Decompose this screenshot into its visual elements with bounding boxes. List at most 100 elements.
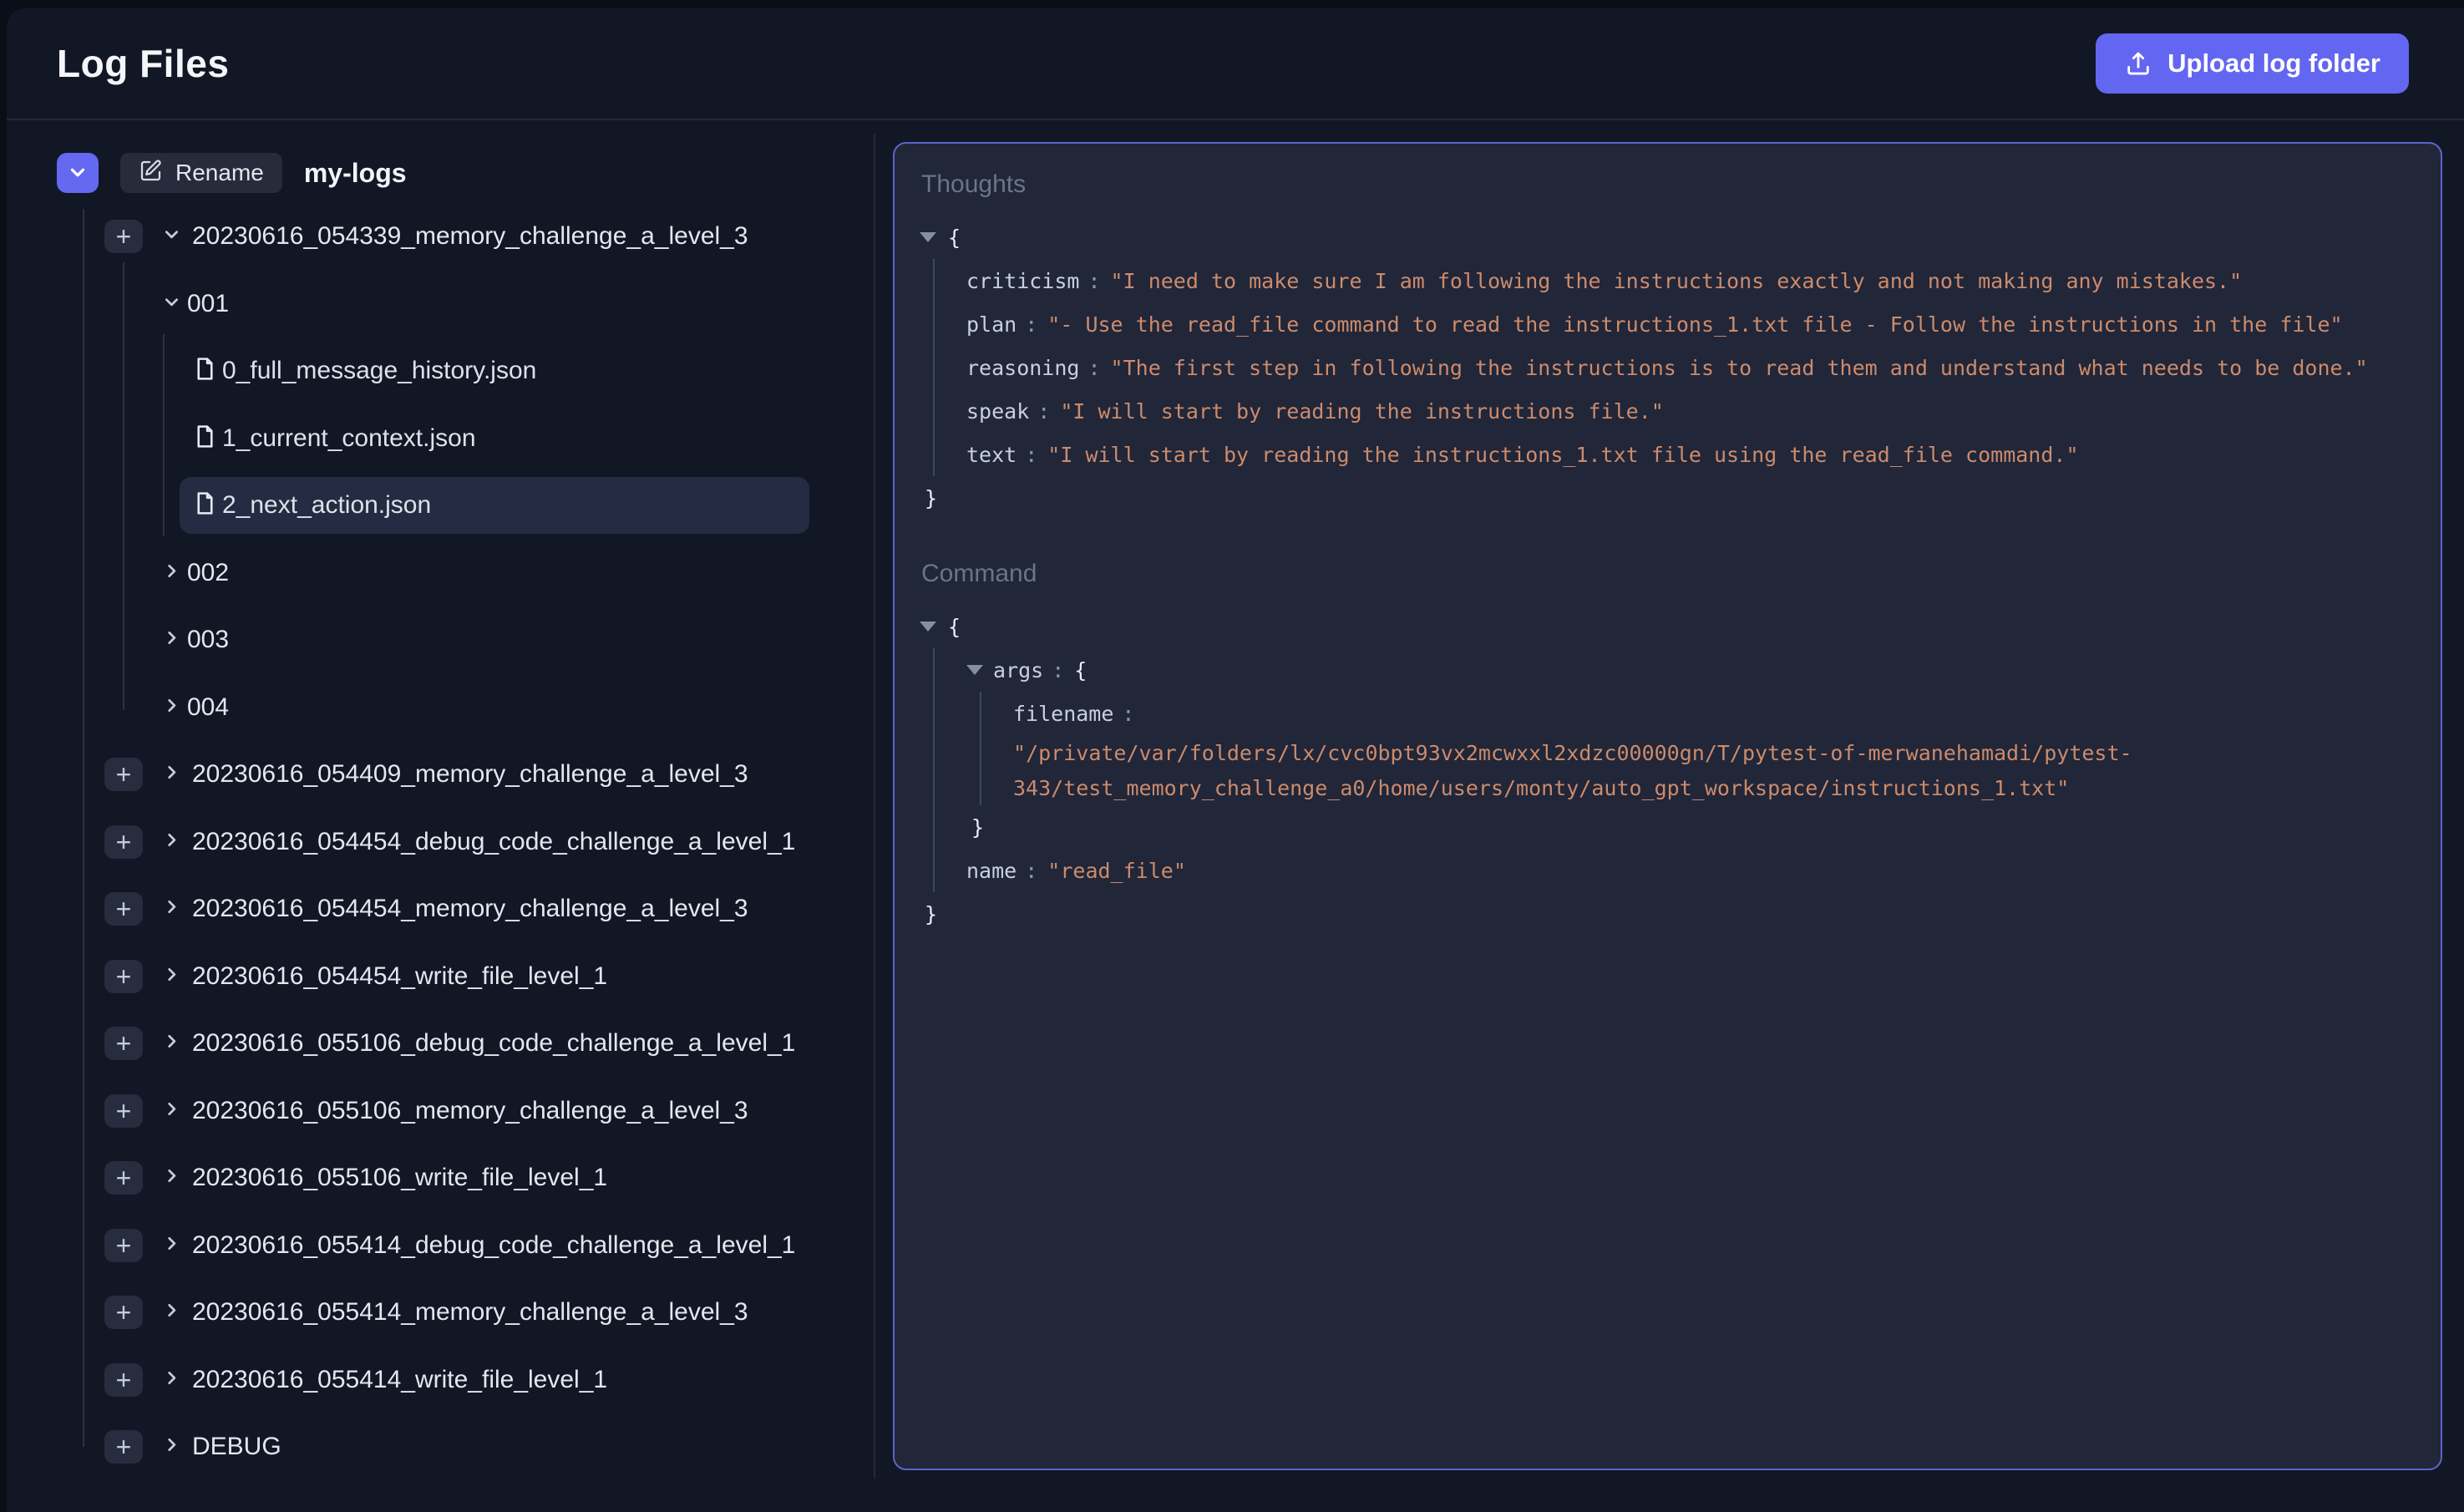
- chevron-right-icon[interactable]: [160, 694, 183, 721]
- page-title: Log Files: [57, 41, 229, 86]
- chevron-right-icon[interactable]: [160, 761, 183, 788]
- chevron-right-icon[interactable]: [160, 627, 183, 653]
- json-colon: :: [1088, 269, 1100, 293]
- tree-item-label: 1_current_context.json: [222, 424, 476, 453]
- add-button[interactable]: +: [104, 1363, 143, 1397]
- thoughts-entries: criticism:I need to make sure I am follo…: [933, 259, 2416, 476]
- thoughts-section-title: Thoughts: [921, 170, 2416, 199]
- upload-log-folder-button[interactable]: Upload log folder: [2096, 33, 2409, 94]
- chevron-right-icon[interactable]: [160, 963, 183, 990]
- json-open-brace: {: [948, 226, 961, 250]
- tree-folder-row[interactable]: 003: [7, 606, 867, 673]
- tree-item-label: 002: [187, 559, 229, 587]
- tree-file-row[interactable]: 1_current_context.json: [7, 405, 867, 472]
- json-entry-row: criticism:I need to make sure I am follo…: [966, 259, 2416, 302]
- json-value: 343/test_memory_challenge_a0/home/users/…: [1013, 776, 2069, 800]
- chevron-right-icon[interactable]: [160, 1164, 183, 1191]
- json-colon: :: [1122, 702, 1134, 726]
- file-tree: +20230616_054339_memory_challenge_a_leve…: [7, 122, 874, 1512]
- json-key: name: [966, 859, 1017, 883]
- collapse-triangle-icon[interactable]: [920, 232, 936, 242]
- json-value: The first step in following the instruct…: [1111, 356, 2368, 380]
- tree-folder-row[interactable]: +20230616_055106_memory_challenge_a_leve…: [7, 1078, 867, 1144]
- command-section-title: Command: [921, 560, 2416, 588]
- add-button[interactable]: +: [104, 1229, 143, 1262]
- tree-folder-row[interactable]: 001: [7, 271, 867, 337]
- tree-folder-row[interactable]: +20230616_054454_memory_challenge_a_leve…: [7, 875, 867, 942]
- chevron-right-icon[interactable]: [160, 1098, 183, 1124]
- add-button[interactable]: +: [104, 892, 143, 926]
- json-entry-row: text:I will start by reading the instruc…: [966, 433, 2416, 476]
- add-button[interactable]: +: [104, 1161, 143, 1195]
- tree-folder-row[interactable]: 004: [7, 674, 867, 741]
- command-json-viewer: { args : { filename : /private/var/folde…: [920, 605, 2416, 936]
- tree-item-label: 0_full_message_history.json: [222, 357, 536, 385]
- tree-folder-row[interactable]: +20230616_055106_write_file_level_1: [7, 1144, 867, 1211]
- chevron-down-icon[interactable]: [160, 223, 183, 250]
- json-colon: :: [1088, 356, 1100, 380]
- add-button[interactable]: +: [104, 1296, 143, 1329]
- file-icon: [192, 424, 218, 454]
- add-button[interactable]: +: [104, 1027, 143, 1060]
- json-value: - Use the read_file command to read the …: [1047, 312, 2342, 337]
- tree-item-label: 20230616_054409_memory_challenge_a_level…: [192, 760, 748, 789]
- add-button[interactable]: +: [104, 220, 143, 253]
- json-open-brace: {: [948, 615, 961, 639]
- add-button[interactable]: +: [104, 825, 143, 859]
- tree-folder-row[interactable]: +20230616_055106_debug_code_challenge_a_…: [7, 1010, 867, 1077]
- args-close-row: }: [966, 805, 2416, 849]
- filename-key-row: filename :: [1013, 692, 2416, 735]
- json-colon: :: [1025, 859, 1037, 883]
- tree-folder-row[interactable]: +20230616_054339_memory_challenge_a_leve…: [7, 203, 867, 270]
- json-value: read_file: [1047, 859, 1186, 883]
- chevron-right-icon[interactable]: [160, 1433, 183, 1460]
- tree-folder-row[interactable]: 002: [7, 540, 867, 606]
- tree-file-row[interactable]: 2_next_action.json: [7, 472, 867, 539]
- tree-folder-row[interactable]: +20230616_054454_debug_code_challenge_a_…: [7, 809, 867, 875]
- upload-button-label: Upload log folder: [2167, 48, 2380, 79]
- filename-value-line: 343/test_memory_challenge_a0/home/users/…: [1013, 770, 2416, 805]
- tree-folder-row[interactable]: +20230616_054454_write_file_level_1: [7, 943, 867, 1010]
- tree-folder-row[interactable]: +DEBUG: [7, 1413, 867, 1480]
- collapse-triangle-icon[interactable]: [966, 665, 983, 675]
- tree-item-label: 20230616_055414_memory_challenge_a_level…: [192, 1298, 748, 1327]
- json-value: I will start by reading the instructions…: [1060, 399, 1663, 424]
- collapse-triangle-icon[interactable]: [920, 622, 936, 632]
- file-icon: [192, 356, 218, 386]
- chevron-down-icon[interactable]: [160, 291, 183, 317]
- command-root-children: args : { filename : /private/var/folders…: [933, 648, 2416, 892]
- tree-folder-row[interactable]: +20230616_055414_write_file_level_1: [7, 1347, 867, 1413]
- tree-folder-row[interactable]: +20230616_055414_memory_challenge_a_leve…: [7, 1279, 867, 1346]
- name-row: name : read_file: [966, 849, 2416, 892]
- chevron-right-icon[interactable]: [160, 1367, 183, 1393]
- tree-item-label: 20230616_055106_memory_challenge_a_level…: [192, 1097, 748, 1125]
- app-window: Log Files Upload log folder: [7, 8, 2464, 1512]
- chevron-right-icon[interactable]: [160, 1299, 183, 1326]
- add-button[interactable]: +: [104, 960, 143, 993]
- json-key: filename: [1013, 702, 1113, 726]
- chevron-right-icon[interactable]: [160, 1030, 183, 1057]
- add-button[interactable]: +: [104, 1430, 143, 1464]
- json-colon: :: [1037, 399, 1050, 424]
- tree-item-label: 20230616_055106_debug_code_challenge_a_l…: [192, 1029, 795, 1058]
- tree-item-label: 20230616_055414_debug_code_challenge_a_l…: [192, 1231, 795, 1260]
- json-key: reasoning: [966, 356, 1079, 380]
- tree-item-label: 20230616_055414_write_file_level_1: [192, 1366, 607, 1394]
- tree-item-label: 20230616_054339_memory_challenge_a_level…: [192, 222, 748, 251]
- chevron-right-icon[interactable]: [160, 829, 183, 855]
- tree-file-row[interactable]: 0_full_message_history.json: [7, 337, 867, 404]
- chevron-right-icon[interactable]: [160, 560, 183, 586]
- json-entry-row: reasoning: The first step in following th…: [966, 346, 2416, 389]
- json-close-row: }: [920, 892, 2416, 936]
- tree-folder-row[interactable]: +20230616_054409_memory_challenge_a_leve…: [7, 741, 867, 808]
- tree-folder-row[interactable]: +20230616_055414_debug_code_challenge_a_…: [7, 1212, 867, 1279]
- tree-item-label: 20230616_054454_debug_code_challenge_a_l…: [192, 828, 795, 856]
- sidebar: Rename my-logs +20230616_054339_memory_c…: [7, 122, 874, 1512]
- json-open-row: {: [920, 216, 2416, 259]
- chevron-right-icon[interactable]: [160, 1232, 183, 1259]
- json-value: I need to make sure I am following the i…: [1111, 269, 2243, 293]
- add-button[interactable]: +: [104, 758, 143, 791]
- chevron-right-icon[interactable]: [160, 896, 183, 922]
- json-key: speak: [966, 399, 1029, 424]
- add-button[interactable]: +: [104, 1094, 143, 1128]
